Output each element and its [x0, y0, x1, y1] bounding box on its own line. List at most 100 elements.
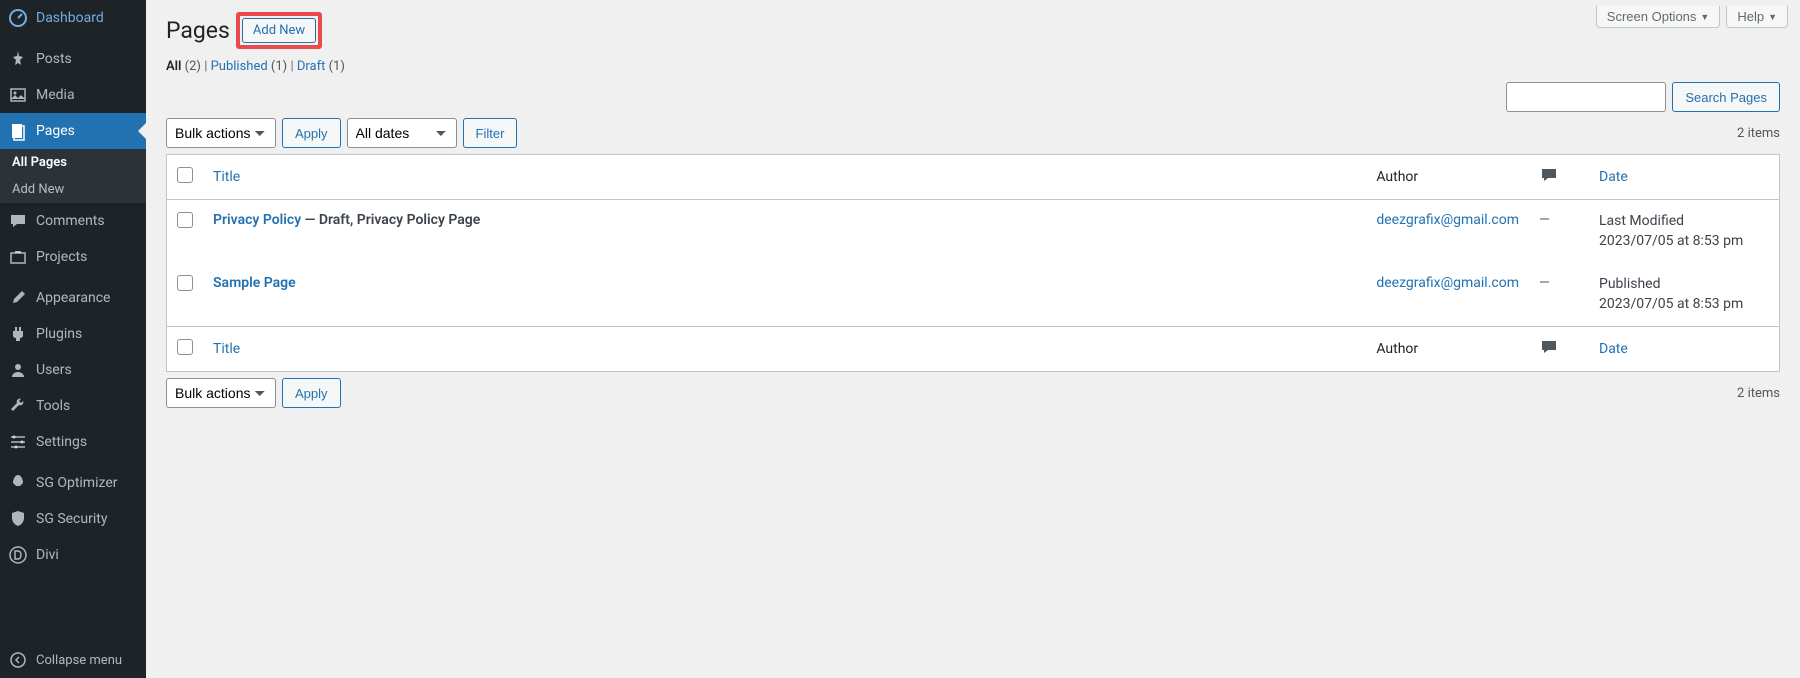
admin-sidebar: Dashboard Posts Media Pages All Pages Ad… — [0, 0, 146, 678]
row-date-status: Last Modified — [1599, 213, 1684, 229]
row-comments: — — [1539, 212, 1550, 228]
dashboard-icon — [8, 8, 28, 28]
sidebar-item-label: Projects — [36, 249, 87, 265]
column-date[interactable]: Date — [1599, 169, 1628, 185]
sidebar-item-plugins[interactable]: Plugins — [0, 316, 146, 352]
select-all-bottom[interactable] — [177, 339, 193, 355]
sidebar-item-comments[interactable]: Comments — [0, 203, 146, 239]
wrench-icon — [8, 396, 28, 416]
search-pages-button[interactable]: Search Pages — [1672, 82, 1780, 112]
row-date-status: Published — [1599, 276, 1660, 292]
highlight-annotation: Add New — [236, 12, 322, 49]
sidebar-item-label: Users — [36, 362, 72, 378]
bulk-action-select-bottom[interactable]: Bulk actions — [166, 378, 276, 408]
row-checkbox[interactable] — [177, 275, 193, 291]
sidebar-item-label: Tools — [36, 398, 70, 414]
row-comments: — — [1539, 275, 1550, 291]
sidebar-item-label: Comments — [36, 213, 105, 229]
screen-options-button[interactable]: Screen Options▼ — [1596, 6, 1721, 28]
sidebar-item-label: Pages — [36, 123, 75, 139]
screen-meta-links: Screen Options▼ Help▼ — [1596, 6, 1788, 28]
chevron-down-icon: ▼ — [1700, 12, 1709, 22]
filter-published-count: (1) — [271, 59, 287, 74]
sidebar-item-sg-optimizer[interactable]: SG Optimizer — [0, 465, 146, 501]
select-all-top[interactable] — [177, 167, 193, 183]
sidebar-item-divi[interactable]: Divi — [0, 537, 146, 573]
sliders-icon — [8, 432, 28, 452]
sidebar-item-appearance[interactable]: Appearance — [0, 280, 146, 316]
plug-icon — [8, 324, 28, 344]
pages-submenu: All Pages Add New — [0, 149, 146, 203]
media-icon — [8, 85, 28, 105]
collapse-menu[interactable]: Collapse menu — [0, 642, 146, 678]
status-filters: All (2) | Published (1) | Draft (1) — [166, 59, 1780, 74]
sidebar-item-dashboard[interactable]: Dashboard — [0, 0, 146, 36]
sidebar-item-label: Dashboard — [36, 10, 104, 26]
filter-published[interactable]: Published — [211, 59, 268, 74]
bulk-action-select-top[interactable]: Bulk actions — [166, 118, 276, 148]
comments-icon — [1539, 173, 1559, 189]
row-title-link[interactable]: Privacy Policy — [213, 212, 301, 228]
filter-all[interactable]: All — [166, 59, 181, 74]
user-icon — [8, 360, 28, 380]
items-count-bottom: 2 items — [1737, 386, 1780, 401]
main-content: Screen Options▼ Help▼ Pages Add New All … — [146, 0, 1800, 678]
divi-icon — [8, 545, 28, 565]
post-state: — Draft, Privacy Policy Page — [301, 212, 480, 228]
comment-icon — [8, 211, 28, 231]
sidebar-item-label: Media — [36, 87, 75, 103]
table-row: Privacy Policy — Draft, Privacy Policy P… — [167, 200, 1779, 263]
row-author-link[interactable]: deezgrafix@gmail.com — [1376, 212, 1519, 228]
sidebar-item-sg-security[interactable]: SG Security — [0, 501, 146, 537]
sidebar-item-users[interactable]: Users — [0, 352, 146, 388]
sidebar-item-label: SG Optimizer — [36, 475, 117, 491]
filter-draft-count: (1) — [329, 59, 345, 74]
filter-button[interactable]: Filter — [463, 118, 518, 148]
shield-icon — [8, 509, 28, 529]
sidebar-item-label: Settings — [36, 434, 87, 450]
help-button[interactable]: Help▼ — [1726, 6, 1788, 28]
sidebar-item-label: Appearance — [36, 290, 110, 306]
row-author-link[interactable]: deezgrafix@gmail.com — [1376, 275, 1519, 291]
add-new-button[interactable]: Add New — [242, 18, 316, 43]
portfolio-icon — [8, 247, 28, 267]
column-title-footer[interactable]: Title — [213, 341, 240, 357]
column-author-footer: Author — [1366, 326, 1529, 371]
sidebar-item-label: Posts — [36, 51, 72, 67]
date-filter-select[interactable]: All dates — [347, 118, 457, 148]
sidebar-item-tools[interactable]: Tools — [0, 388, 146, 424]
collapse-label: Collapse menu — [36, 653, 122, 668]
filter-all-count: (2) — [185, 59, 201, 74]
column-date-footer[interactable]: Date — [1599, 341, 1628, 357]
submenu-all-pages[interactable]: All Pages — [0, 149, 146, 176]
items-count-top: 2 items — [1737, 126, 1780, 141]
sidebar-item-label: Plugins — [36, 326, 82, 342]
submenu-add-new[interactable]: Add New — [0, 176, 146, 203]
pages-table: Title Author Date Privacy Policy — Draft… — [166, 154, 1780, 372]
apply-button-top[interactable]: Apply — [282, 118, 341, 148]
page-icon — [8, 121, 28, 141]
row-date-value: 2023/07/05 at 8:53 pm — [1599, 296, 1743, 312]
sidebar-item-pages[interactable]: Pages — [0, 113, 146, 149]
apply-button-bottom[interactable]: Apply — [282, 378, 341, 408]
comments-icon — [1539, 345, 1559, 361]
sidebar-item-projects[interactable]: Projects — [0, 239, 146, 275]
filter-draft[interactable]: Draft — [297, 59, 326, 74]
pin-icon — [8, 49, 28, 69]
sidebar-item-label: Divi — [36, 547, 59, 563]
column-title[interactable]: Title — [213, 169, 240, 185]
sidebar-item-media[interactable]: Media — [0, 77, 146, 113]
search-input[interactable] — [1506, 82, 1666, 112]
brush-icon — [8, 288, 28, 308]
row-title-link[interactable]: Sample Page — [213, 275, 296, 291]
sidebar-item-label: SG Security — [36, 511, 107, 527]
column-author: Author — [1366, 155, 1529, 200]
sidebar-item-posts[interactable]: Posts — [0, 41, 146, 77]
row-checkbox[interactable] — [177, 212, 193, 228]
page-title: Pages — [166, 17, 230, 44]
sidebar-item-settings[interactable]: Settings — [0, 424, 146, 460]
chevron-down-icon: ▼ — [1768, 12, 1777, 22]
collapse-icon — [8, 650, 28, 670]
row-date-value: 2023/07/05 at 8:53 pm — [1599, 233, 1743, 249]
table-row: Sample Page deezgrafix@gmail.com — Publi… — [167, 263, 1779, 326]
